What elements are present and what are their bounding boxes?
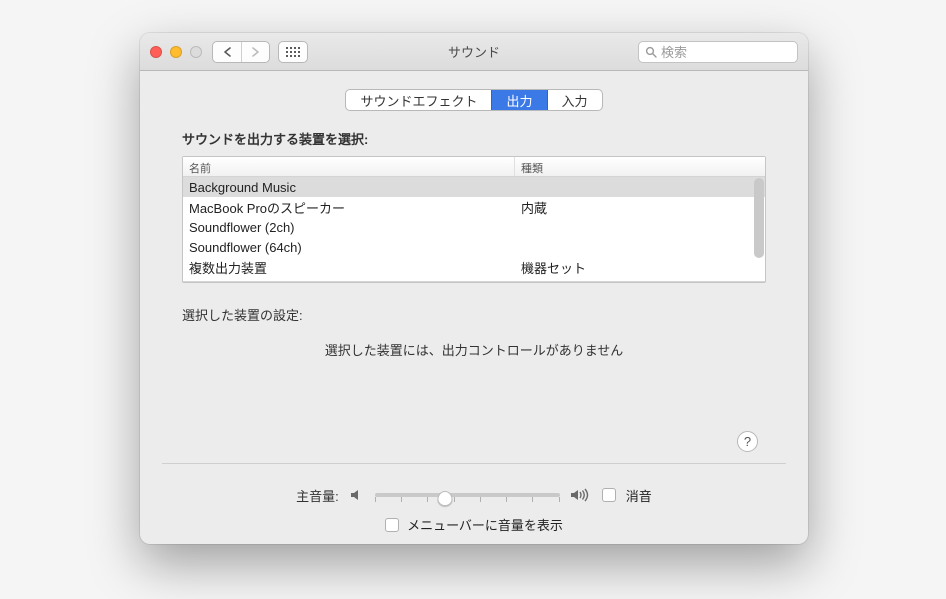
main-volume-label: 主音量: (296, 486, 339, 505)
sound-preferences-window: サウンド 検索 サウンドエフェクト 出力 入力 サウンドを出力する装置を選択: … (140, 33, 808, 544)
select-device-heading: サウンドを出力する装置を選択: (182, 129, 766, 148)
no-output-controls-text: 選択した装置には、出力コントロールがありません (182, 340, 766, 359)
table-row[interactable]: Soundflower (64ch) (183, 237, 765, 257)
device-name: Background Music (183, 180, 515, 195)
table-row[interactable]: 複数出力装置 機器セット (183, 257, 765, 277)
search-icon (645, 46, 657, 58)
forward-button[interactable] (241, 42, 269, 62)
show-all-button[interactable] (278, 41, 308, 63)
show-volume-in-menubar-label: メニューバーに音量を表示 (407, 515, 563, 534)
zoom-window-button[interactable] (190, 46, 202, 58)
tab-input[interactable]: 入力 (547, 90, 602, 110)
speaker-low-icon (349, 488, 365, 502)
mute-checkbox[interactable] (602, 488, 616, 502)
section-divider (162, 463, 786, 464)
table-scrollbar[interactable] (754, 178, 764, 258)
table-row[interactable]: Background Music (183, 177, 765, 197)
main-volume-slider[interactable] (375, 485, 560, 505)
table-row[interactable]: Soundflower (2ch) (183, 217, 765, 237)
column-header-type[interactable]: 種類 (515, 157, 765, 176)
table-row[interactable]: MacBook Proのスピーカー 内蔵 (183, 197, 765, 217)
device-name: 複数出力装置 (183, 258, 515, 277)
mute-label: 消音 (626, 486, 652, 505)
search-field[interactable]: 検索 (638, 41, 798, 63)
help-button[interactable]: ? (737, 431, 758, 452)
close-window-button[interactable] (150, 46, 162, 58)
column-header-name[interactable]: 名前 (183, 157, 515, 176)
show-volume-in-menubar-row: メニューバーに音量を表示 (140, 515, 808, 534)
table-header: 名前 種類 (183, 157, 765, 177)
speaker-high-icon (570, 487, 592, 503)
tab-sound-effects[interactable]: サウンドエフェクト (346, 90, 491, 110)
device-name: MacBook Proのスピーカー (183, 198, 515, 217)
device-type: 内蔵 (515, 198, 765, 217)
search-placeholder: 検索 (661, 42, 687, 61)
window-body: サウンドエフェクト 出力 入力 サウンドを出力する装置を選択: 名前 種類 Ba… (140, 71, 808, 421)
window-titlebar: サウンド 検索 (140, 33, 808, 71)
device-type: 機器セット (515, 258, 765, 277)
nav-back-forward (212, 41, 270, 63)
main-volume-row: 主音量: 消音 (140, 485, 808, 505)
selected-device-settings-label: 選択した装置の設定: (182, 305, 766, 324)
traffic-lights (150, 46, 202, 58)
grid-icon (286, 47, 300, 57)
sound-tabs: サウンドエフェクト 出力 入力 (182, 89, 766, 111)
output-device-table: 名前 種類 Background Music MacBook Proのスピーカー… (182, 156, 766, 283)
show-volume-in-menubar-checkbox[interactable] (385, 518, 399, 532)
device-name: Soundflower (2ch) (183, 220, 515, 235)
minimize-window-button[interactable] (170, 46, 182, 58)
back-button[interactable] (213, 42, 241, 62)
tab-output[interactable]: 出力 (491, 90, 546, 110)
device-name: Soundflower (64ch) (183, 240, 515, 255)
